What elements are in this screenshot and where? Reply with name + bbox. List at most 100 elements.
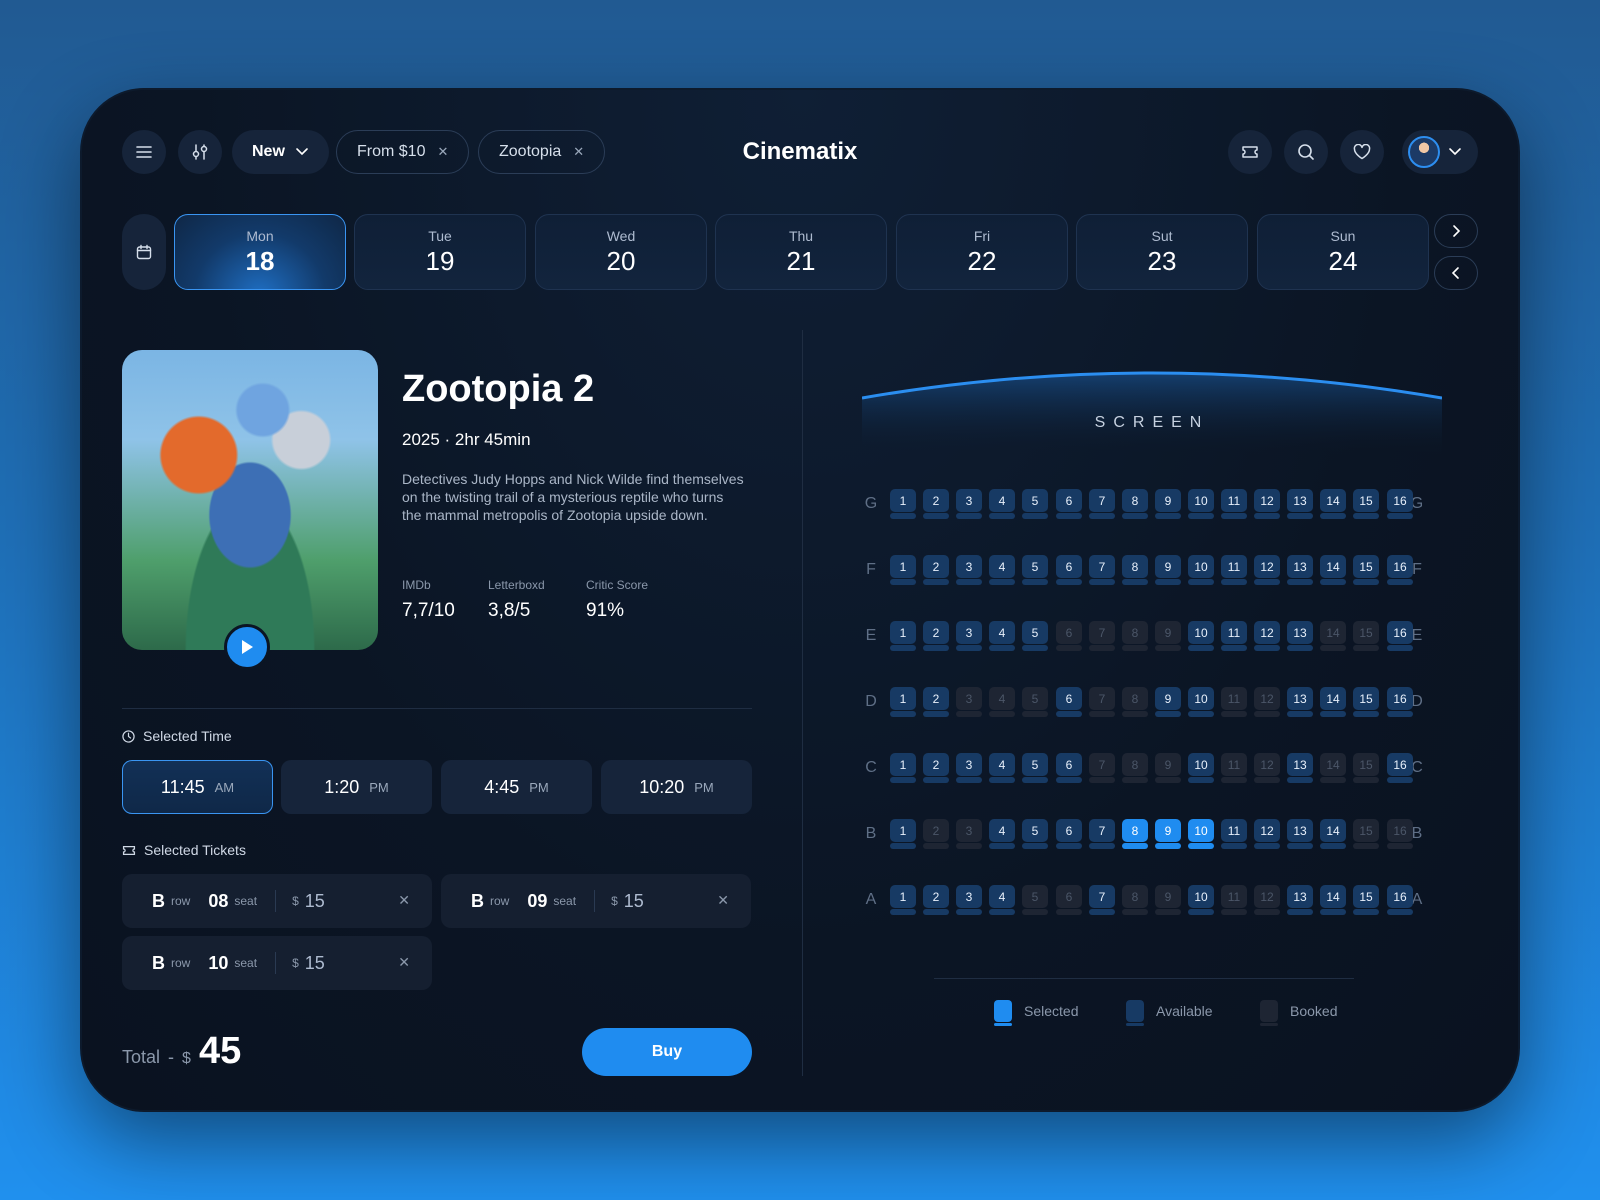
seat-c3[interactable]: 3: [956, 753, 982, 783]
seat-a13[interactable]: 13: [1287, 885, 1313, 915]
favorites-button[interactable]: [1340, 130, 1384, 174]
remove-ticket-icon[interactable]: ✕: [398, 954, 410, 971]
seat-g11[interactable]: 11: [1221, 489, 1247, 519]
seat-g7[interactable]: 7: [1089, 489, 1115, 519]
seat-c13[interactable]: 13: [1287, 753, 1313, 783]
seat-c4[interactable]: 4: [989, 753, 1015, 783]
seat-g9[interactable]: 9: [1155, 489, 1181, 519]
seat-g6[interactable]: 6: [1056, 489, 1082, 519]
seat-b9[interactable]: 9: [1155, 819, 1181, 849]
date-wed-20[interactable]: Wed 20: [535, 214, 707, 290]
seat-f8[interactable]: 8: [1122, 555, 1148, 585]
seat-g16[interactable]: 16: [1387, 489, 1413, 519]
seat-g12[interactable]: 12: [1254, 489, 1280, 519]
date-thu-21[interactable]: Thu 21: [715, 214, 887, 290]
seat-e4[interactable]: 4: [989, 621, 1015, 651]
seat-b5[interactable]: 5: [1022, 819, 1048, 849]
seat-b6[interactable]: 6: [1056, 819, 1082, 849]
seat-b14[interactable]: 14: [1320, 819, 1346, 849]
seat-e16[interactable]: 16: [1387, 621, 1413, 651]
seat-f3[interactable]: 3: [956, 555, 982, 585]
sort-dropdown[interactable]: New: [232, 130, 329, 174]
seat-g10[interactable]: 10: [1188, 489, 1214, 519]
seat-e5[interactable]: 5: [1022, 621, 1048, 651]
seat-g4[interactable]: 4: [989, 489, 1015, 519]
seat-a2[interactable]: 2: [923, 885, 949, 915]
movie-poster[interactable]: [122, 350, 378, 670]
seat-a4[interactable]: 4: [989, 885, 1015, 915]
seat-e11[interactable]: 11: [1221, 621, 1247, 651]
date-sun-24[interactable]: Sun 24: [1257, 214, 1429, 290]
seat-d13[interactable]: 13: [1287, 687, 1313, 717]
seat-b1[interactable]: 1: [890, 819, 916, 849]
seat-c2[interactable]: 2: [923, 753, 949, 783]
seat-g15[interactable]: 15: [1353, 489, 1379, 519]
seat-b13[interactable]: 13: [1287, 819, 1313, 849]
seat-f4[interactable]: 4: [989, 555, 1015, 585]
seat-b4[interactable]: 4: [989, 819, 1015, 849]
seat-g13[interactable]: 13: [1287, 489, 1313, 519]
seat-c5[interactable]: 5: [1022, 753, 1048, 783]
close-icon[interactable]: ✕: [437, 144, 448, 160]
filter-chip-title[interactable]: Zootopia ✕: [478, 130, 606, 174]
seat-e1[interactable]: 1: [890, 621, 916, 651]
seat-a10[interactable]: 10: [1188, 885, 1214, 915]
seat-d2[interactable]: 2: [923, 687, 949, 717]
prev-dates-button[interactable]: [1434, 256, 1478, 290]
seat-e12[interactable]: 12: [1254, 621, 1280, 651]
seat-d6[interactable]: 6: [1056, 687, 1082, 717]
seat-c10[interactable]: 10: [1188, 753, 1214, 783]
seat-g5[interactable]: 5: [1022, 489, 1048, 519]
seat-f15[interactable]: 15: [1353, 555, 1379, 585]
seat-f11[interactable]: 11: [1221, 555, 1247, 585]
seat-a3[interactable]: 3: [956, 885, 982, 915]
seat-g8[interactable]: 8: [1122, 489, 1148, 519]
seat-f1[interactable]: 1: [890, 555, 916, 585]
seat-c1[interactable]: 1: [890, 753, 916, 783]
seat-a15[interactable]: 15: [1353, 885, 1379, 915]
seat-f16[interactable]: 16: [1387, 555, 1413, 585]
seat-b11[interactable]: 11: [1221, 819, 1247, 849]
seat-g1[interactable]: 1: [890, 489, 916, 519]
play-trailer-button[interactable]: [224, 624, 270, 670]
menu-button[interactable]: [122, 130, 166, 174]
seat-d9[interactable]: 9: [1155, 687, 1181, 717]
buy-button[interactable]: Buy: [582, 1028, 752, 1076]
close-icon[interactable]: ✕: [573, 144, 584, 160]
seat-d14[interactable]: 14: [1320, 687, 1346, 717]
time-slot-445[interactable]: 4:45 PM: [441, 760, 592, 814]
seat-b8[interactable]: 8: [1122, 819, 1148, 849]
seat-g2[interactable]: 2: [923, 489, 949, 519]
filter-chip-price[interactable]: From $10 ✕: [336, 130, 470, 174]
filter-button[interactable]: [178, 130, 222, 174]
seat-a1[interactable]: 1: [890, 885, 916, 915]
remove-ticket-icon[interactable]: ✕: [717, 892, 729, 909]
seat-b7[interactable]: 7: [1089, 819, 1115, 849]
seat-f6[interactable]: 6: [1056, 555, 1082, 585]
seat-e13[interactable]: 13: [1287, 621, 1313, 651]
seat-a16[interactable]: 16: [1387, 885, 1413, 915]
seat-g14[interactable]: 14: [1320, 489, 1346, 519]
seat-c16[interactable]: 16: [1387, 753, 1413, 783]
date-mon-18[interactable]: Mon 18: [174, 214, 346, 290]
seat-d10[interactable]: 10: [1188, 687, 1214, 717]
seat-f7[interactable]: 7: [1089, 555, 1115, 585]
seat-f13[interactable]: 13: [1287, 555, 1313, 585]
remove-ticket-icon[interactable]: ✕: [398, 892, 410, 909]
seat-g3[interactable]: 3: [956, 489, 982, 519]
calendar-button[interactable]: [122, 214, 166, 290]
seat-c6[interactable]: 6: [1056, 753, 1082, 783]
date-tue-19[interactable]: Tue 19: [354, 214, 526, 290]
seat-b10[interactable]: 10: [1188, 819, 1214, 849]
seat-e10[interactable]: 10: [1188, 621, 1214, 651]
time-slot-120[interactable]: 1:20 PM: [281, 760, 432, 814]
seat-f2[interactable]: 2: [923, 555, 949, 585]
time-slot-1020[interactable]: 10:20 PM: [601, 760, 752, 814]
seat-f14[interactable]: 14: [1320, 555, 1346, 585]
tickets-button[interactable]: [1228, 130, 1272, 174]
seat-e3[interactable]: 3: [956, 621, 982, 651]
seat-b12[interactable]: 12: [1254, 819, 1280, 849]
date-fri-22[interactable]: Fri 22: [896, 214, 1068, 290]
seat-e2[interactable]: 2: [923, 621, 949, 651]
seat-d15[interactable]: 15: [1353, 687, 1379, 717]
